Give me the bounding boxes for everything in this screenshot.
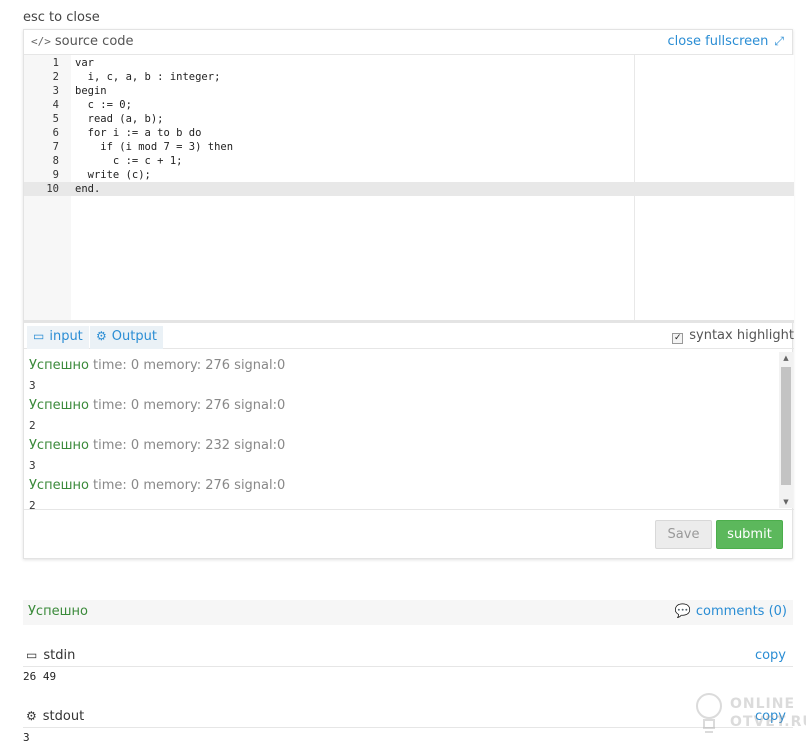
scroll-down-arrow-icon[interactable]: ▼ [779,496,793,508]
line-number: 2 [52,71,59,83]
code-line[interactable]: 10 end. [24,182,794,196]
scrollbar-thumb[interactable] [781,367,791,485]
inbox-icon: ▭ [26,648,38,662]
stdout-header: ⚙ stdout copy [23,706,793,728]
comment-bubble-icon: 💬 [674,604,691,619]
line-number: 5 [52,113,59,125]
line-number: 8 [52,155,59,167]
line-text: c := 0; [75,99,132,111]
code-line[interactable]: 3 begin [24,84,794,98]
output-value: 3 [29,459,36,472]
stdin-value: 26 49 [23,670,57,683]
editor-panel: </> source code close fullscreen ⤢ 1 var 2 i… [23,29,794,559]
io-tabs: ▭ input ⚙ Output ✓ syntax highlight [24,323,794,349]
line-number: 10 [46,183,59,195]
close-fullscreen-button[interactable]: close fullscreen ⤢ [668,34,784,49]
close-fullscreen-label: close fullscreen [667,34,769,49]
code-line[interactable]: 4 c := 0; [24,98,794,112]
line-number: 4 [52,99,59,111]
tab-output-label: Output [111,329,157,344]
output-value: 2 [29,499,36,510]
source-title-label: source code [54,34,134,49]
result-status: Успешно [28,604,88,619]
code-editor[interactable]: 1 var 2 i, c, a, b : integer; 3 begin 4 c := … [24,55,794,320]
code-icon: </> [31,35,51,48]
line-text: read (a, b); [75,113,164,125]
line-text: for i := a to b do [75,127,202,139]
code-line[interactable]: 8 c := c + 1; [24,154,794,168]
output-value: 2 [29,419,36,432]
output-text: Успешно time: 0 memory: 276 signal:0 3 Усп… [29,356,774,510]
gears-icon: ⚙ [26,709,37,723]
output-meta: time: 0 memory: 276 signal:0 [88,358,286,373]
line-text: end. [75,183,101,195]
syntax-highlight-checkbox[interactable]: ✓ [672,333,684,344]
line-text: c := c + 1; [75,155,183,167]
comments-label: comments (0) [695,604,787,619]
line-text: if (i mod 7 = 3) then [75,141,234,153]
line-number: 6 [52,127,59,139]
inbox-icon: ▭ [33,329,45,343]
output-panel[interactable]: Успешно time: 0 memory: 276 signal:0 3 Усп… [24,350,794,510]
watermark-line2: OTVET.RU [730,714,806,730]
code-line[interactable]: 5 read (a, b); [24,112,794,126]
tab-output[interactable]: ⚙ Output [90,326,163,349]
line-text: write (c); [75,169,151,181]
stdin-copy-link[interactable]: copy [755,648,786,663]
output-meta: time: 0 memory: 276 signal:0 [88,478,286,493]
output-meta: time: 0 memory: 276 signal:0 [88,398,286,413]
watermark-logo: ONLINE OTVET.RU [694,690,806,738]
code-line[interactable]: 1 var [24,56,794,70]
code-line[interactable]: 2 i, c, a, b : integer; [24,70,794,84]
stdin-title: ▭ stdin [26,648,75,663]
output-status: Успешно [29,398,89,413]
line-number: 7 [52,141,59,153]
line-number: 9 [52,169,59,181]
stdout-value: 3 [23,731,30,744]
code-line[interactable]: 6 for i := a to b do [24,126,794,140]
output-status-line: Успешно time: 0 memory: 276 signal:0 [29,356,774,376]
output-scrollbar[interactable]: ▲ ▼ [779,352,793,508]
stdout-title: ⚙ stdout [26,709,84,724]
output-meta: time: 0 memory: 232 signal:0 [88,438,286,453]
source-title: </> source code [31,34,134,49]
expand-arrows-icon: ⤢ [774,34,784,48]
output-status-line: Успешно time: 0 memory: 276 signal:0 [29,396,774,416]
line-text: i, c, a, b : integer; [75,71,221,83]
tab-input[interactable]: ▭ input [27,326,89,349]
stdin-header: ▭ stdin copy [23,645,793,667]
output-value: 3 [29,379,36,392]
watermark-line1: ONLINE [730,696,796,712]
lightbulb-icon [696,693,722,733]
source-header: </> source code close fullscreen ⤢ [24,30,792,55]
comments-link[interactable]: 💬 comments (0) [675,604,787,619]
code-lines: 1 var 2 i, c, a, b : integer; 3 begin 4 c := … [24,56,794,196]
stdout-label: stdout [42,709,85,724]
esc-hint: esc to close [23,10,100,25]
line-number: 3 [52,85,59,97]
output-status: Успешно [29,358,89,373]
code-line[interactable]: 9 write (c); [24,168,794,182]
output-status-line: Успешно time: 0 memory: 276 signal:0 [29,476,774,496]
line-text: var [75,57,94,69]
syntax-highlight-toggle[interactable]: ✓ syntax highlight [672,328,794,344]
line-text: begin [75,85,107,97]
code-line[interactable]: 7 if (i mod 7 = 3) then [24,140,794,154]
line-number: 1 [52,57,59,69]
save-button[interactable]: Save [655,520,712,549]
output-status: Успешно [29,478,89,493]
submit-button[interactable]: submit [716,520,783,549]
result-bar: Успешно 💬 comments (0) [23,600,793,625]
scroll-up-arrow-icon[interactable]: ▲ [779,352,793,364]
stdin-label: stdin [43,648,76,663]
syntax-highlight-label: syntax highlight [689,328,794,343]
gears-icon: ⚙ [96,329,107,343]
output-status: Успешно [29,438,89,453]
tab-input-label: input [49,329,83,344]
output-status-line: Успешно time: 0 memory: 232 signal:0 [29,436,774,456]
